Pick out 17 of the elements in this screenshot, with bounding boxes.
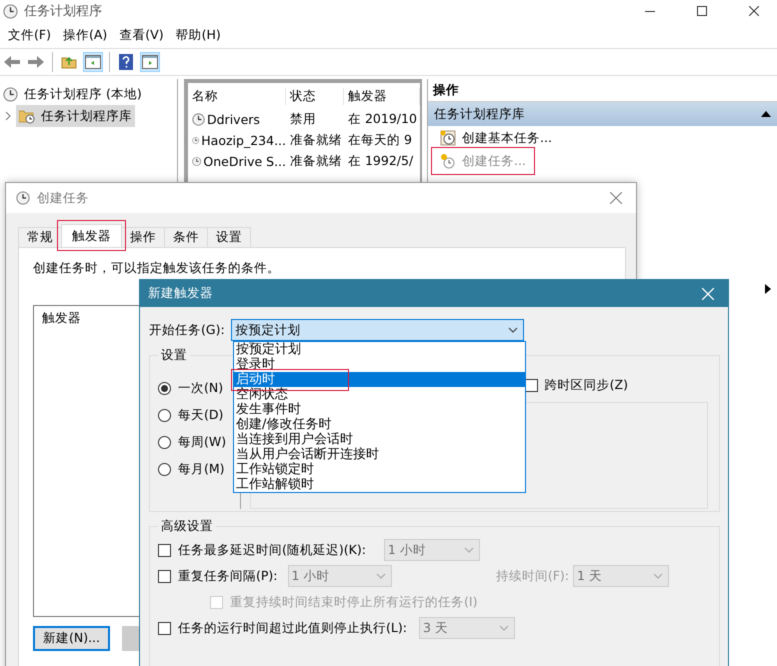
table-cell: OneDrive S... xyxy=(188,154,286,169)
description-text: 创建任务时，可以指定触发该任务的条件。 xyxy=(33,260,281,277)
table-cell-text: 禁用 xyxy=(289,111,317,128)
table-cell-text: 在 2019/10 xyxy=(347,111,418,128)
table-cell-text: 在每天的 9 xyxy=(347,132,413,149)
group-title: 设置 xyxy=(160,347,188,364)
window-title: 任务计划程序 xyxy=(24,3,103,20)
dialog-title: 新建触发器 xyxy=(148,285,213,302)
table-cell: Haozip_234... xyxy=(188,133,286,148)
dialog-title: 创建任务 xyxy=(37,190,89,206)
table-cell-text: 在 1992/5/ xyxy=(347,153,414,170)
table-cell-text: 准备就绪 xyxy=(289,153,343,170)
field-label: 开始任务(G): xyxy=(149,322,225,338)
table-cell-text: 准备就绪 xyxy=(289,132,343,149)
group-title: 高级设置 xyxy=(160,518,214,535)
table-cell: Ddrivers xyxy=(188,112,286,127)
field-label: 持续时间(F): xyxy=(496,568,569,584)
